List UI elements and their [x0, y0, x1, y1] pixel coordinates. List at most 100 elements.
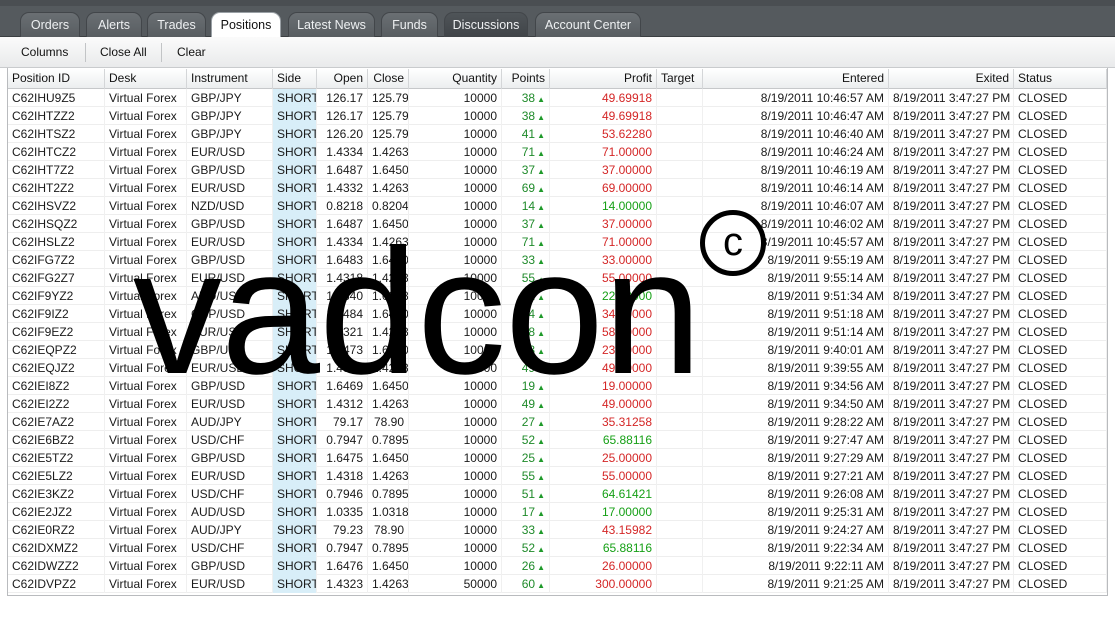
- up-arrow-icon: ▲: [537, 509, 545, 518]
- cell-position-id: C62IDVPZ2: [8, 575, 105, 593]
- table-row[interactable]: C62IHU9Z5 Virtual Forex GBP/JPY SHORT 126.17…: [8, 89, 1107, 107]
- up-arrow-icon: ▲: [537, 473, 545, 482]
- cell-exited: 8/19/2011 3:47:27 PM: [889, 521, 1014, 539]
- cell-desk: Virtual Forex: [105, 467, 187, 485]
- clear-button[interactable]: Clear: [177, 45, 206, 59]
- cell-profit: 17.00000: [550, 503, 657, 521]
- cell-target: [657, 521, 703, 539]
- cell-status: CLOSED: [1014, 215, 1107, 233]
- cell-entered: 8/19/2011 9:39:55 AM: [703, 359, 889, 377]
- column-header-open[interactable]: Open: [317, 69, 368, 89]
- points-value: 71: [521, 145, 536, 159]
- cell-exited: 8/19/2011 3:47:27 PM: [889, 359, 1014, 377]
- table-row[interactable]: C62IE3KZ2 Virtual Forex USD/CHF SHORT 0.7946…: [8, 485, 1107, 503]
- cell-close: 0.7895: [368, 431, 409, 449]
- cell-profit: 300.00000: [550, 575, 657, 593]
- up-arrow-icon: ▲: [537, 563, 545, 572]
- table-row[interactable]: C62IDVPZ2 Virtual Forex EUR/USD SHORT 1.4323…: [8, 575, 1107, 593]
- close-all-button[interactable]: Close All: [100, 45, 147, 59]
- cell-entered: 8/19/2011 9:21:25 AM: [703, 575, 889, 593]
- cell-entered: 8/19/2011 9:51:18 AM: [703, 305, 889, 323]
- column-header-instrument[interactable]: Instrument: [187, 69, 273, 89]
- cell-exited: 8/19/2011 3:47:27 PM: [889, 233, 1014, 251]
- column-header-points[interactable]: Points: [502, 69, 550, 89]
- table-row[interactable]: C62IHTZZ2 Virtual Forex GBP/JPY SHORT 126.17…: [8, 107, 1107, 125]
- cell-points: 33 ▲: [502, 521, 550, 539]
- cell-status: CLOSED: [1014, 449, 1107, 467]
- tab-alerts[interactable]: Alerts: [86, 12, 142, 37]
- column-header-desk[interactable]: Desk: [105, 69, 187, 89]
- cell-points: 37 ▲: [502, 161, 550, 179]
- cell-close: 0.7895: [368, 539, 409, 557]
- table-row[interactable]: C62IHTCZ2 Virtual Forex EUR/USD SHORT 1.4334…: [8, 143, 1107, 161]
- cell-entered: 8/19/2011 10:46:19 AM: [703, 161, 889, 179]
- cell-entered: 8/19/2011 10:46:24 AM: [703, 143, 889, 161]
- column-header-side[interactable]: Side: [273, 69, 317, 89]
- table-row[interactable]: C62IDWZZ2 Virtual Forex GBP/USD SHORT 1.6476…: [8, 557, 1107, 575]
- cell-status: CLOSED: [1014, 269, 1107, 287]
- cell-target: [657, 485, 703, 503]
- cell-instrument: AUD/USD: [187, 503, 273, 521]
- up-arrow-icon: ▲: [537, 131, 545, 140]
- cell-exited: 8/19/2011 3:47:27 PM: [889, 503, 1014, 521]
- table-row[interactable]: C62IE2JZ2 Virtual Forex AUD/USD SHORT 1.0335…: [8, 503, 1107, 521]
- column-header-profit[interactable]: Profit: [550, 69, 657, 89]
- column-header-target[interactable]: Target: [657, 69, 703, 89]
- cell-desk: Virtual Forex: [105, 449, 187, 467]
- cell-target: [657, 179, 703, 197]
- cell-exited: 8/19/2011 3:47:27 PM: [889, 107, 1014, 125]
- cell-exited: 8/19/2011 3:47:27 PM: [889, 197, 1014, 215]
- table-row[interactable]: C62IE0RZ2 Virtual Forex AUD/JPY SHORT 79.23 7…: [8, 521, 1107, 539]
- tab-account-center[interactable]: Account Center: [535, 12, 641, 37]
- cell-target: [657, 449, 703, 467]
- tab-discussions[interactable]: Discussions: [444, 12, 528, 37]
- cell-points: 41 ▲: [502, 125, 550, 143]
- cell-target: [657, 467, 703, 485]
- table-row[interactable]: C62IDXMZ2 Virtual Forex USD/CHF SHORT 0.7947…: [8, 539, 1107, 557]
- cell-position-id: C62IEQJZ2: [8, 359, 105, 377]
- cell-quantity: 10000: [409, 413, 502, 431]
- cell-instrument: AUD/JPY: [187, 521, 273, 539]
- table-row[interactable]: C62IHT7Z2 Virtual Forex GBP/USD SHORT 1.6487…: [8, 161, 1107, 179]
- table-row[interactable]: C62IE7AZ2 Virtual Forex AUD/JPY SHORT 79.17 7…: [8, 413, 1107, 431]
- cell-instrument: GBP/JPY: [187, 89, 273, 107]
- cell-side: SHORT: [273, 467, 317, 485]
- cell-quantity: 10000: [409, 467, 502, 485]
- tab-funds[interactable]: Funds: [381, 12, 438, 37]
- cell-desk: Virtual Forex: [105, 575, 187, 593]
- column-header-exited[interactable]: Exited: [889, 69, 1014, 89]
- up-arrow-icon: ▲: [537, 527, 545, 536]
- tab-latest-news[interactable]: Latest News: [288, 12, 375, 37]
- cell-points: 52 ▲: [502, 539, 550, 557]
- cell-desk: Virtual Forex: [105, 89, 187, 107]
- points-value: 55: [521, 469, 536, 483]
- table-row[interactable]: C62IHTSZ2 Virtual Forex GBP/JPY SHORT 126.20…: [8, 125, 1107, 143]
- up-arrow-icon: ▲: [537, 149, 545, 158]
- table-row[interactable]: C62IE5LZ2 Virtual Forex EUR/USD SHORT 1.4318…: [8, 467, 1107, 485]
- cell-side: SHORT: [273, 503, 317, 521]
- tab-trades[interactable]: Trades: [147, 12, 206, 37]
- column-header-status[interactable]: Status: [1014, 69, 1107, 89]
- table-row[interactable]: C62IE6BZ2 Virtual Forex USD/CHF SHORT 0.7947…: [8, 431, 1107, 449]
- tab-orders[interactable]: Orders: [20, 12, 80, 37]
- column-header-entered[interactable]: Entered: [703, 69, 889, 89]
- column-header-quantity[interactable]: Quantity: [409, 69, 502, 89]
- cell-status: CLOSED: [1014, 89, 1107, 107]
- cell-points: 26 ▲: [502, 557, 550, 575]
- column-header-position-id[interactable]: Position ID: [8, 69, 105, 89]
- cell-desk: Virtual Forex: [105, 539, 187, 557]
- points-value: 27: [521, 415, 536, 429]
- columns-button[interactable]: Columns: [21, 45, 68, 59]
- table-row[interactable]: C62IE5TZ2 Virtual Forex GBP/USD SHORT 1.6475…: [8, 449, 1107, 467]
- cell-entered: 8/19/2011 10:46:57 AM: [703, 89, 889, 107]
- cell-desk: Virtual Forex: [105, 503, 187, 521]
- cell-side: SHORT: [273, 125, 317, 143]
- cell-exited: 8/19/2011 3:47:27 PM: [889, 575, 1014, 593]
- cell-exited: 8/19/2011 3:47:27 PM: [889, 287, 1014, 305]
- cell-quantity: 10000: [409, 539, 502, 557]
- tab-positions[interactable]: Positions: [211, 12, 281, 38]
- copyright-mark: c: [700, 210, 766, 276]
- column-header-close[interactable]: Close: [368, 69, 409, 89]
- cell-points: 17 ▲: [502, 503, 550, 521]
- table-row[interactable]: C62IHT2Z2 Virtual Forex EUR/USD SHORT 1.4332…: [8, 179, 1107, 197]
